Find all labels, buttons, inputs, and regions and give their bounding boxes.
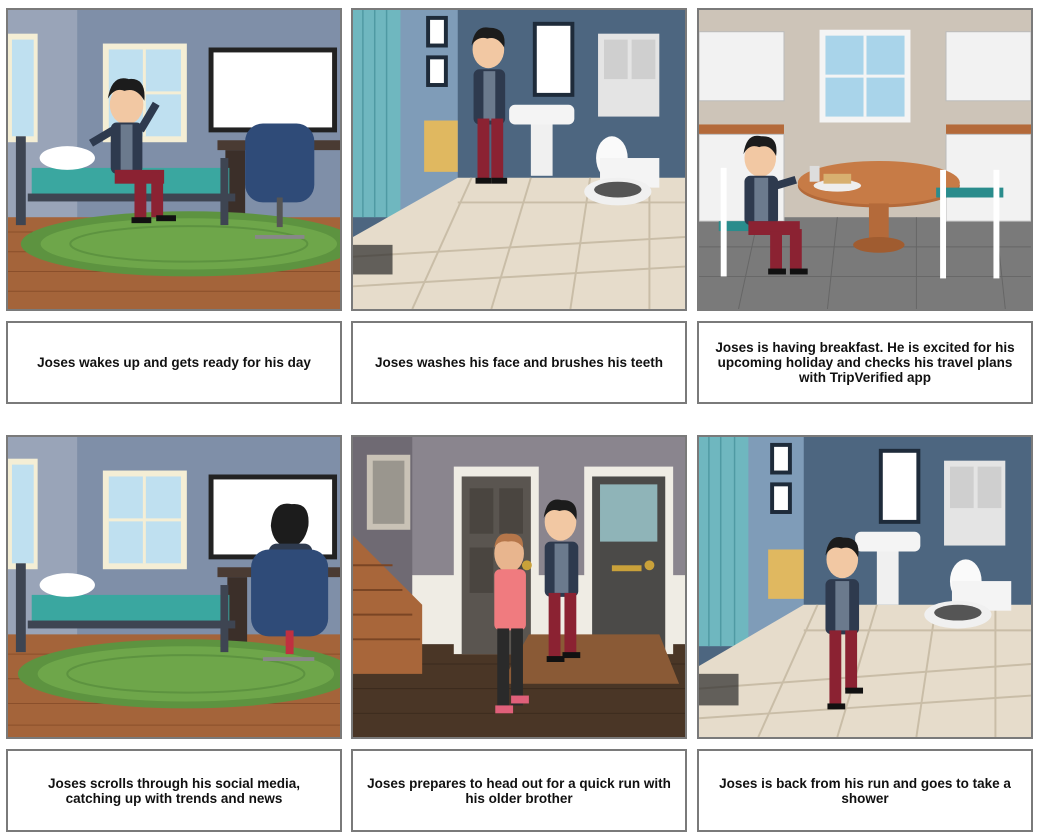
caption-text: Joses washes his face and brushes his te… — [374, 355, 664, 370]
panel-6-caption: Joses is back from his run and goes to t… — [697, 749, 1033, 832]
panel-4-bedroom-desk — [6, 435, 342, 739]
caption-text: Joses is having breakfast. He is excited… — [715, 340, 1015, 385]
caption-text: Joses is back from his run and goes to t… — [719, 775, 1011, 806]
panel-2-bathroom — [351, 8, 687, 311]
panel-1-caption: Joses wakes up and gets ready for his da… — [6, 321, 342, 404]
panel-5-caption: Joses prepares to head out for a quick r… — [351, 749, 687, 832]
panel-6-bathroom — [697, 435, 1033, 739]
caption-text: Joses wakes up and gets ready for his da… — [37, 355, 311, 370]
panel-5-hallway — [351, 435, 687, 739]
caption-text: Joses prepares to head out for a quick r… — [367, 775, 671, 806]
panel-3-kitchen — [697, 8, 1033, 311]
panel-4-caption: Joses scrolls through his social media, … — [6, 749, 342, 832]
caption-text: Joses scrolls through his social media, … — [47, 775, 301, 806]
panel-1-bedroom — [6, 8, 342, 311]
panel-2-caption: Joses washes his face and brushes his te… — [351, 321, 687, 404]
panel-3-caption: Joses is having breakfast. He is excited… — [697, 321, 1033, 404]
